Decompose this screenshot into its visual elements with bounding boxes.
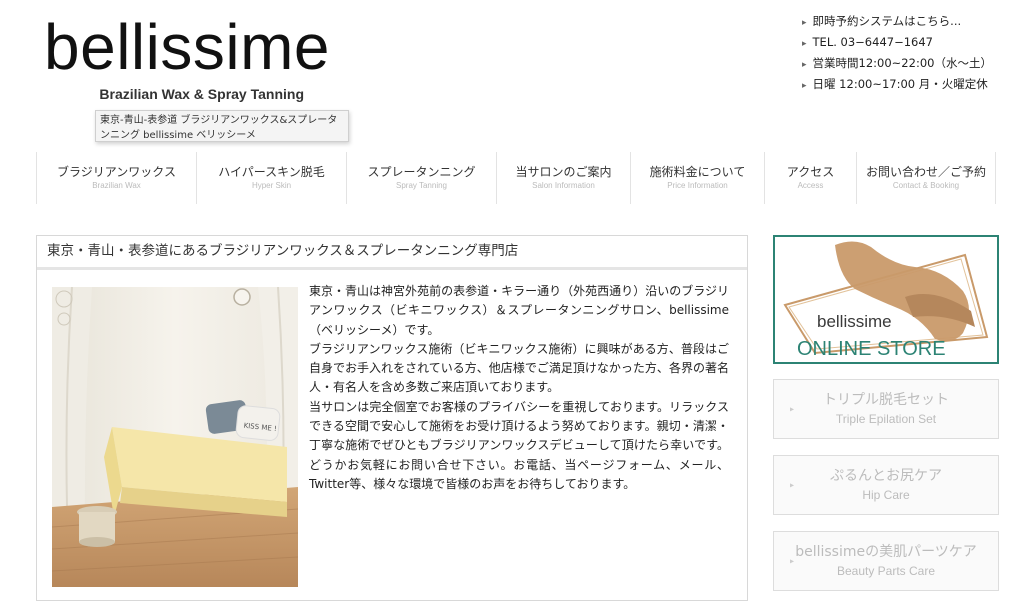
phone-number[interactable]: ▸ TEL. 03−6447−1647 <box>802 33 992 54</box>
beauty-parts-care-button[interactable]: ▸ bellissimeの美肌パーツケア Beauty Parts Care <box>773 531 999 591</box>
nav-sublabel: Price Information <box>667 181 728 190</box>
nav-label: アクセス <box>786 165 835 179</box>
logo[interactable]: bellissime <box>44 8 364 86</box>
nav-sublabel: Hyper Skin <box>251 181 292 190</box>
nav-item-brazilian-wax[interactable]: ブラジリアンワックス Brazilian Wax <box>36 152 196 204</box>
triple-epilation-button[interactable]: ▸ トリプル脱毛セット Triple Epilation Set <box>773 379 999 439</box>
hip-care-button[interactable]: ▸ ぷるんとお尻ケア Hip Care <box>773 455 999 515</box>
online-store-banner[interactable]: bellissime ONLINE STORE <box>773 235 999 364</box>
nav-item-contact[interactable]: お問い合わせ／ご予約 Contact & Booking <box>856 152 996 204</box>
nav-label: ハイパースキン脱毛 <box>218 165 325 179</box>
nav-item-access[interactable]: アクセス Access <box>764 152 856 204</box>
arrow-right-icon: ▸ <box>790 480 795 490</box>
reservation-link[interactable]: ▸ 即時予約システムはこちら... <box>802 12 992 33</box>
online-store-brand: bellissime <box>817 312 892 331</box>
side-button-label: ぷるんとお尻ケア <box>830 468 942 484</box>
side-button-label: bellissimeの美肌パーツケア <box>795 544 977 560</box>
side-button-sublabel: Triple Epilation Set <box>835 412 937 426</box>
logo-tooltip: 東京-青山-表参道 ブラジリアンワックス&スプレータンニング bellissim… <box>95 110 349 142</box>
side-button-sublabel: Hip Care <box>862 488 910 502</box>
nav-label: お問い合わせ／ご予約 <box>865 165 986 179</box>
arrow-right-icon: ▸ <box>790 556 795 566</box>
arrow-right-icon: ▸ <box>802 18 807 28</box>
section-title: 東京・青山・表参道にあるブラジリアンワックス＆スプレータンニング専門店 <box>37 236 747 270</box>
side-button-label: トリプル脱毛セット <box>823 392 949 408</box>
main-nav: ブラジリアンワックス Brazilian Wax ハイパースキン脱毛 Hyper… <box>36 152 996 204</box>
nav-sublabel: Contact & Booking <box>892 181 960 190</box>
nav-sublabel: Spray Tanning <box>396 181 447 190</box>
side-button-sublabel: Beauty Parts Care <box>836 564 936 578</box>
logo-tagline: Brazilian Wax & Spray Tanning <box>99 86 304 102</box>
salon-room-photo: KISS ME ! <box>52 287 298 587</box>
arrow-right-icon: ▸ <box>802 81 807 91</box>
arrow-right-icon: ▸ <box>802 39 807 49</box>
nav-label: スプレータンニング <box>367 165 476 179</box>
nav-item-price-info[interactable]: 施術料金について Price Information <box>630 152 764 204</box>
business-hours: ▸ 営業時間12:00~22:00（水〜土） <box>802 56 992 70</box>
logo-text[interactable]: bellissime <box>44 8 364 86</box>
nav-sublabel: Brazilian Wax <box>92 181 141 190</box>
nav-item-hyper-skin[interactable]: ハイパースキン脱毛 Hyper Skin <box>196 152 346 204</box>
nav-item-salon-info[interactable]: 当サロンのご案内 Salon Information <box>496 152 630 204</box>
nav-label: 施術料金について <box>649 165 746 179</box>
nav-sublabel: Access <box>797 181 824 190</box>
online-store-label: ONLINE STORE <box>797 338 946 360</box>
arrow-right-icon: ▸ <box>790 404 795 414</box>
header-info-list: ▸ 即時予約システムはこちら... ▸ TEL. 03−6447−1647 ▸ 営業時… <box>802 12 992 96</box>
arrow-right-icon: ▸ <box>802 60 807 70</box>
sunday-hours: ▸ 日曜 12:00~17:00 月・火曜定休 <box>802 77 988 91</box>
nav-label: 当サロンのご案内 <box>515 165 612 179</box>
intro-text: 東京・青山は神宮外苑前の表参道・キラー通り（外苑西通り）沿いのブラジリアンワック… <box>309 284 729 491</box>
nav-sublabel: Salon Information <box>532 181 595 190</box>
main-content-box: 東京・青山・表参道にあるブラジリアンワックス＆スプレータンニング専門店 KISS… <box>36 235 748 601</box>
nav-item-spray-tanning[interactable]: スプレータンニング Spray Tanning <box>346 152 496 204</box>
nav-label: ブラジリアンワックス <box>57 165 176 179</box>
